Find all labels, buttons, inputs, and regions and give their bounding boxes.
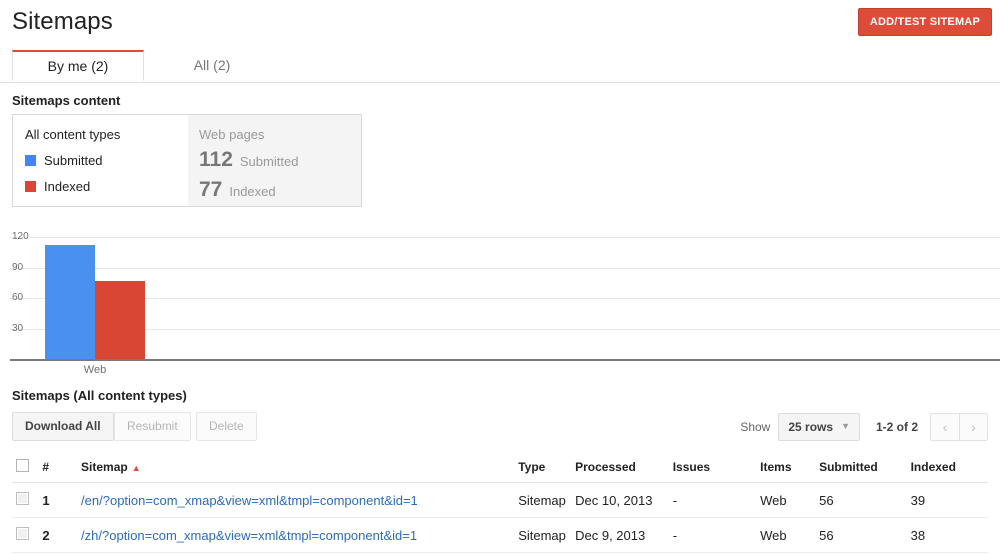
cell-issues: - <box>668 517 757 553</box>
card-web-title: Web pages <box>199 127 265 142</box>
pagination-range: 1-2 of 2 <box>875 419 918 434</box>
add-test-sitemap-button[interactable]: ADD/TEST SITEMAP <box>857 8 992 36</box>
column-header-type[interactable]: Type <box>514 453 572 483</box>
cell-row-number: 1 <box>38 482 78 518</box>
chart-bar-submitted[interactable] <box>45 245 95 359</box>
cell-indexed: 39 <box>906 482 988 518</box>
rows-per-page-value: 25 rows <box>788 419 834 434</box>
card-all-title: All content types <box>25 127 121 142</box>
cell-issues: - <box>668 482 757 518</box>
column-header-items[interactable]: Items <box>756 453 816 483</box>
download-all-button[interactable]: Download All <box>12 412 114 441</box>
show-label: Show <box>740 419 771 434</box>
sitemaps-table-title: Sitemaps (All content types) <box>12 388 187 403</box>
chart-gridline <box>10 267 1000 269</box>
table-toolbar: Download All Resubmit Delete Show 25 row… <box>12 412 988 444</box>
legend-label-submitted: Submitted <box>44 153 103 168</box>
table-header-row: # Sitemap ▲ Type Processed Issues Items S… <box>12 453 988 483</box>
sitemaps-table: # Sitemap ▲ Type Processed Issues Items S… <box>12 453 988 553</box>
sitemaps-bar-chart: 120 90 60 30 Web <box>0 219 1000 376</box>
legend-item-submitted: Submitted <box>25 153 188 168</box>
column-header-sitemap-label: Sitemap <box>81 460 128 474</box>
select-all-header <box>12 453 39 483</box>
cell-processed: Dec 10, 2013 <box>571 482 669 518</box>
chart-y-tick-label: 90 <box>12 261 24 273</box>
column-header-submitted[interactable]: Submitted <box>815 453 907 483</box>
row-checkbox[interactable] <box>16 492 29 505</box>
stat-submitted-value: 112 <box>199 148 233 171</box>
next-page-button[interactable]: › <box>959 412 988 441</box>
content-type-cards: All content types Submitted Indexed Web … <box>12 114 1000 207</box>
chart-x-axis <box>10 359 1000 361</box>
previous-page-button[interactable]: ‹ <box>930 412 959 441</box>
column-header-indexed[interactable]: Indexed <box>906 453 988 483</box>
pagination-controls: Show 25 rows ▼ 1-2 of 2 ‹ › <box>740 412 988 441</box>
cell-type: Sitemap <box>514 482 572 518</box>
chevron-right-icon: › <box>971 418 976 435</box>
cell-row-number: 2 <box>38 517 78 553</box>
chart-bar-indexed[interactable] <box>95 280 145 359</box>
chevron-down-icon: ▼ <box>841 421 850 431</box>
column-header-issues[interactable]: Issues <box>668 453 757 483</box>
cell-submitted: 56 <box>815 517 907 553</box>
cell-indexed: 38 <box>906 517 988 553</box>
legend-item-indexed: Indexed <box>25 179 188 194</box>
delete-button[interactable]: Delete <box>196 412 257 441</box>
legend-swatch-submitted-icon <box>25 155 36 166</box>
cell-sitemap: /en/?option=com_xmap&view=xml&tmpl=compo… <box>77 482 515 518</box>
card-web-pages[interactable]: Web pages 112 Submitted 77 Indexed <box>186 114 362 207</box>
cell-submitted: 56 <box>815 482 907 518</box>
stat-submitted: 112 Submitted <box>199 148 361 172</box>
chart-y-tick-label: 60 <box>12 292 24 304</box>
legend-swatch-indexed-icon <box>25 181 36 192</box>
stat-indexed-value: 77 <box>199 178 223 201</box>
column-header-processed[interactable]: Processed <box>571 453 669 483</box>
stat-indexed: 77 Indexed <box>199 178 361 202</box>
cell-items: Web <box>756 517 816 553</box>
pagination-nav: ‹ › <box>930 412 988 441</box>
select-all-checkbox[interactable] <box>16 459 29 472</box>
sort-ascending-icon: ▲ <box>131 463 141 473</box>
page-title: Sitemaps <box>12 8 113 35</box>
table-row[interactable]: 2/zh/?option=com_xmap&view=xml&tmpl=comp… <box>12 517 988 553</box>
table-row[interactable]: 1/en/?option=com_xmap&view=xml&tmpl=comp… <box>12 482 988 518</box>
tab-by-me[interactable]: By me (2) <box>12 50 144 81</box>
stat-indexed-label: Indexed <box>229 184 276 199</box>
cell-processed: Dec 9, 2013 <box>571 517 669 553</box>
legend-label-indexed: Indexed <box>44 179 91 194</box>
chart-gridline <box>10 237 1000 239</box>
sitemaps-content-label: Sitemaps content <box>12 93 121 108</box>
page-header: Sitemaps ADD/TEST SITEMAP <box>0 0 1000 48</box>
tab-all[interactable]: All (2) <box>152 50 272 81</box>
sitemap-link[interactable]: /en/?option=com_xmap&view=xml&tmpl=compo… <box>81 493 418 508</box>
column-header-sitemap[interactable]: Sitemap ▲ <box>77 453 515 483</box>
card-all-content-types[interactable]: All content types Submitted Indexed <box>12 114 188 207</box>
chart-y-tick-label: 30 <box>12 322 24 334</box>
sitemap-link[interactable]: /zh/?option=com_xmap&view=xml&tmpl=compo… <box>81 528 417 543</box>
column-header-num[interactable]: # <box>38 453 78 483</box>
cell-type: Sitemap <box>514 517 572 553</box>
row-select-cell <box>12 517 39 553</box>
cell-items: Web <box>756 482 816 518</box>
cell-sitemap: /zh/?option=com_xmap&view=xml&tmpl=compo… <box>77 517 515 553</box>
rows-per-page-select[interactable]: 25 rows ▼ <box>778 412 860 441</box>
chart-x-label: Web <box>83 364 107 376</box>
stat-submitted-label: Submitted <box>239 154 299 169</box>
row-select-cell <box>12 482 39 518</box>
resubmit-button[interactable]: Resubmit <box>114 412 191 441</box>
tab-bar: By me (2) All (2) <box>0 50 1000 83</box>
chart-gridline <box>10 328 1000 330</box>
chart-y-tick-label: 120 <box>12 231 29 243</box>
row-checkbox[interactable] <box>16 527 29 540</box>
chart-gridline <box>10 298 1000 300</box>
chevron-left-icon: ‹ <box>942 418 948 435</box>
